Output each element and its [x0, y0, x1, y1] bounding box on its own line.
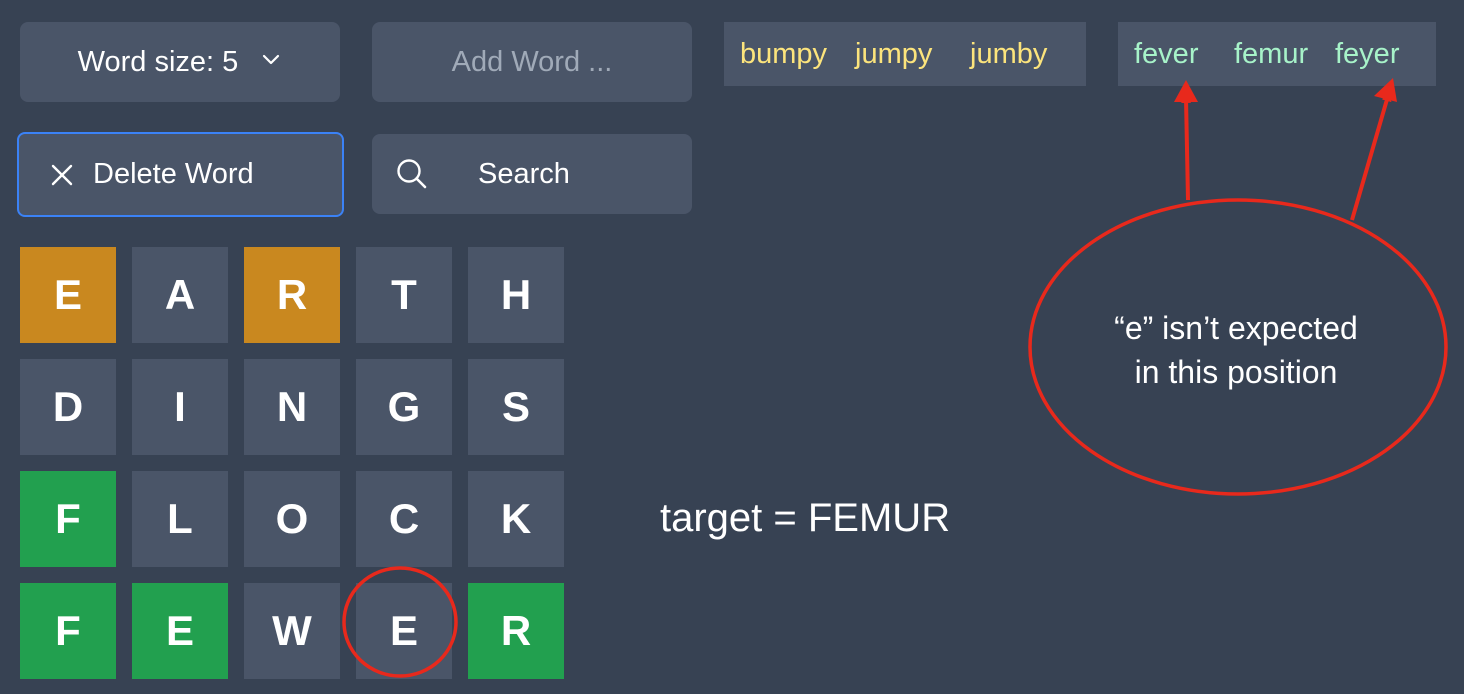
letter-tile[interactable]: R	[244, 247, 340, 343]
partial-match-suggestions: bumpy jumpy jumby	[724, 22, 1086, 86]
suggestion-word[interactable]: feyer	[1335, 37, 1399, 71]
callout-text: “e” isn’t expected in this position	[1046, 306, 1426, 394]
letter-tile[interactable]: E	[132, 583, 228, 679]
full-match-suggestions: fever femur feyer	[1118, 22, 1436, 86]
suggestion-word[interactable]: femur	[1234, 37, 1308, 71]
letter-tile[interactable]: F	[20, 583, 116, 679]
suggestion-word[interactable]: jumpy	[855, 37, 932, 71]
word-size-label: Word size: 5	[77, 45, 239, 78]
delete-word-button[interactable]: Delete Word	[17, 132, 344, 217]
word-size-select[interactable]: Word size: 5	[20, 22, 340, 102]
letter-tile[interactable]: E	[20, 247, 116, 343]
letter-tile[interactable]: S	[468, 359, 564, 455]
suggestion-word[interactable]: bumpy	[740, 37, 827, 71]
callout-line: in this position	[1134, 354, 1338, 390]
target-label: target = FEMUR	[660, 496, 951, 540]
letter-tile[interactable]: L	[132, 471, 228, 567]
letter-tile[interactable]: A	[132, 247, 228, 343]
letter-tile[interactable]: K	[468, 471, 564, 567]
letter-tile[interactable]: O	[244, 471, 340, 567]
letter-tile[interactable]: R	[468, 583, 564, 679]
letter-tile[interactable]: N	[244, 359, 340, 455]
callout-arrow-feyer	[1350, 91, 1392, 221]
callout-line: “e” isn’t expected	[1114, 310, 1358, 346]
letter-tile[interactable]: F	[20, 471, 116, 567]
add-word-input[interactable]: Add Word ...	[372, 22, 692, 102]
suggestion-word[interactable]: fever	[1134, 37, 1198, 71]
letter-tile[interactable]: C	[356, 471, 452, 567]
letter-tile[interactable]: T	[356, 247, 452, 343]
chevron-down-icon	[263, 54, 280, 65]
letter-tile[interactable]: H	[468, 247, 564, 343]
search-button[interactable]: Search	[372, 134, 692, 214]
letter-tile[interactable]: W	[244, 583, 340, 679]
letter-tile[interactable]: G	[356, 359, 452, 455]
callout-arrow-fever	[1181, 93, 1192, 201]
search-icon	[397, 159, 427, 189]
close-icon	[51, 164, 73, 185]
letter-tile[interactable]: D	[20, 359, 116, 455]
letter-tile[interactable]: I	[132, 359, 228, 455]
search-label: Search	[478, 157, 570, 190]
letter-tile[interactable]: E	[356, 583, 452, 679]
delete-word-label: Delete Word	[93, 158, 254, 190]
suggestion-word[interactable]: jumby	[970, 37, 1047, 71]
add-word-placeholder: Add Word ...	[451, 45, 613, 78]
